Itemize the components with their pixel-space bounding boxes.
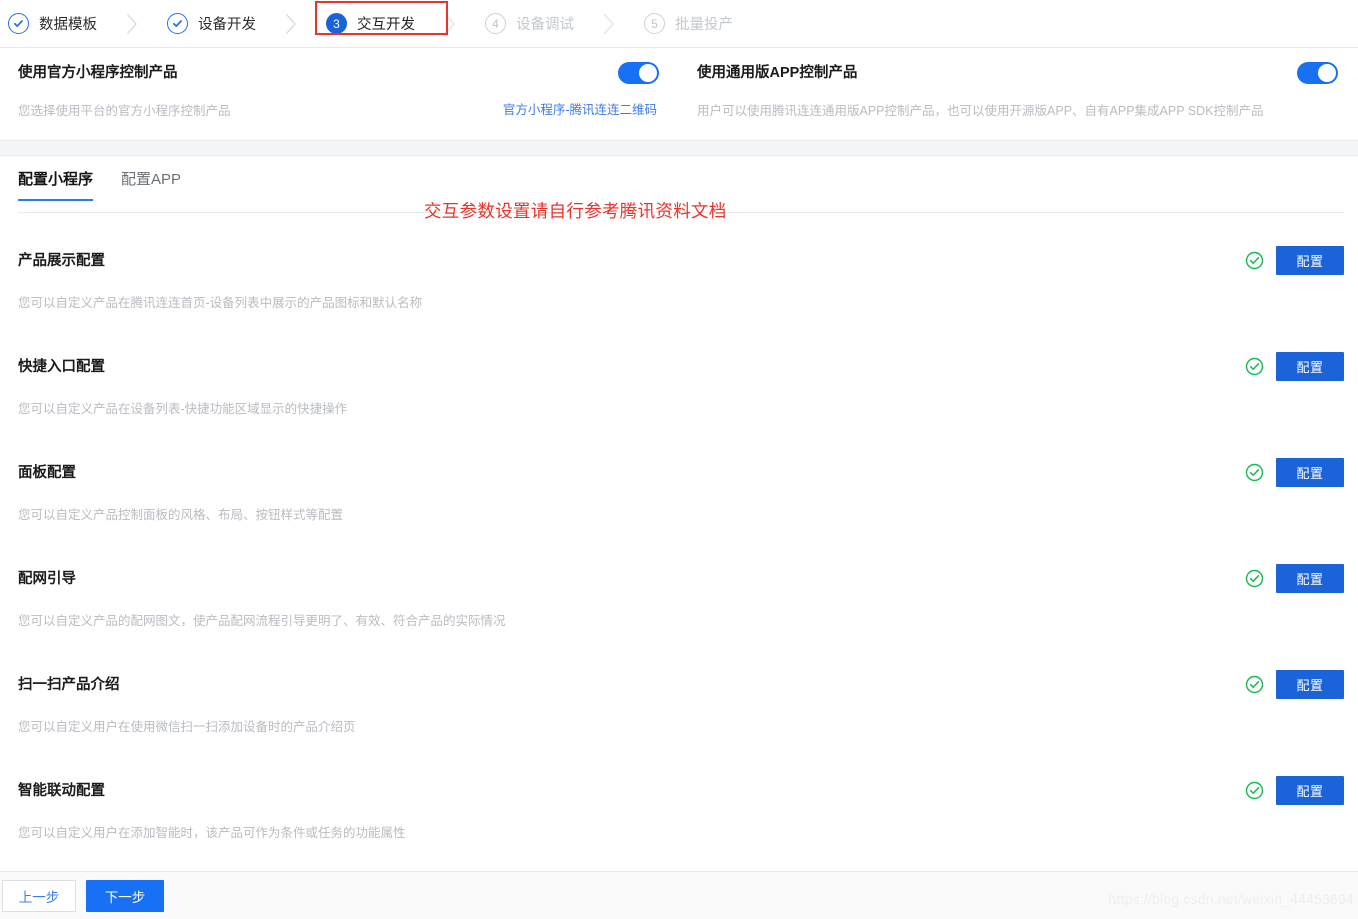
config-row: 智能联动配置 您可以自定义用户在添加智能时，该产品可作为条件或任务的功能属性 配… bbox=[0, 766, 1358, 872]
config-row-actions: 配置 bbox=[1245, 776, 1344, 805]
step-item-3-current[interactable]: 3 交互开发 bbox=[315, 0, 448, 48]
config-row-title: 扫一扫产品介绍 bbox=[18, 677, 120, 693]
step-progress-bar: 数据模板 设备开发 3 交互开发 4 设备调试 5 批量投产 bbox=[0, 0, 1358, 48]
step-item-5[interactable]: 5 批量投产 bbox=[640, 0, 737, 48]
interactive-development-page: 数据模板 设备开发 3 交互开发 4 设备调试 5 批量投产 使用官方小程序控制… bbox=[0, 0, 1358, 919]
status-complete-check-icon bbox=[1245, 251, 1264, 270]
step-separator-4 bbox=[578, 13, 640, 35]
config-row-description: 您可以自定义产品在设备列表-快捷功能区域显示的快捷操作 bbox=[18, 402, 348, 416]
configure-button[interactable]: 配置 bbox=[1276, 776, 1344, 805]
app-control-section: 使用通用版APP控制产品 用户可以使用腾讯连连通用版APP控制产品，也可以使用开… bbox=[679, 48, 1358, 140]
app-toggle-description: 用户可以使用腾讯连连通用版APP控制产品，也可以使用开源版APP、自有APP集成… bbox=[697, 104, 1264, 118]
config-row-actions: 配置 bbox=[1245, 564, 1344, 593]
config-row-description: 您可以自定义用户在使用微信扫一扫添加设备时的产品介绍页 bbox=[18, 720, 356, 734]
tab-configure-app[interactable]: 配置APP bbox=[121, 168, 181, 201]
config-row-description: 您可以自定义用户在添加智能时，该产品可作为条件或任务的功能属性 bbox=[18, 826, 406, 840]
step-label-1: 数据模板 bbox=[39, 17, 97, 33]
config-row: 快捷入口配置 您可以自定义产品在设备列表-快捷功能区域显示的快捷操作 配置 bbox=[0, 342, 1358, 448]
config-row-description: 您可以自定义产品在腾讯连连首页-设备列表中展示的产品图标和默认名称 bbox=[18, 296, 423, 310]
step-label-4: 设备调试 bbox=[516, 17, 574, 33]
config-row: 产品展示配置 您可以自定义产品在腾讯连连首页-设备列表中展示的产品图标和默认名称… bbox=[0, 236, 1358, 342]
step-label-2: 设备开发 bbox=[198, 17, 256, 33]
config-row: 面板配置 您可以自定义产品控制面板的风格、布局、按钮样式等配置 配置 bbox=[0, 448, 1358, 554]
step-item-2[interactable]: 设备开发 bbox=[163, 0, 260, 48]
step-number-badge-4: 4 bbox=[485, 13, 506, 34]
next-step-button[interactable]: 下一步 bbox=[86, 879, 164, 912]
configure-button[interactable]: 配置 bbox=[1276, 564, 1344, 593]
tab-list: 配置小程序 配置APP bbox=[18, 168, 181, 201]
configure-button[interactable]: 配置 bbox=[1276, 246, 1344, 275]
step-separator-1 bbox=[101, 13, 163, 35]
config-row-actions: 配置 bbox=[1245, 352, 1344, 381]
control-method-toggles: 使用官方小程序控制产品 您选择使用平台的官方小程序控制产品 官方小程序-腾讯连连… bbox=[0, 48, 1358, 140]
step-separator-3 bbox=[419, 13, 481, 35]
step-label-3: 交互开发 bbox=[357, 17, 415, 33]
status-complete-check-icon bbox=[1245, 675, 1264, 694]
config-row: 扫一扫产品介绍 您可以自定义用户在使用微信扫一扫添加设备时的产品介绍页 配置 bbox=[0, 660, 1358, 766]
miniprogram-toggle-title: 使用官方小程序控制产品 bbox=[18, 65, 178, 81]
miniprogram-control-section: 使用官方小程序控制产品 您选择使用平台的官方小程序控制产品 官方小程序-腾讯连连… bbox=[0, 48, 679, 140]
status-complete-check-icon bbox=[1245, 781, 1264, 800]
configure-button[interactable]: 配置 bbox=[1276, 352, 1344, 381]
step-item-1[interactable]: 数据模板 bbox=[4, 0, 101, 48]
configuration-list: 产品展示配置 您可以自定义产品在腾讯连连首页-设备列表中展示的产品图标和默认名称… bbox=[0, 236, 1358, 872]
step-number-badge-3: 3 bbox=[326, 13, 347, 34]
config-row-title: 智能联动配置 bbox=[18, 783, 105, 799]
step-number-badge-5: 5 bbox=[644, 13, 665, 34]
red-annotation-text: 交互参数设置请自行参考腾讯资料文档 bbox=[424, 201, 727, 221]
previous-step-button[interactable]: 上一步 bbox=[2, 879, 76, 912]
config-row-title: 产品展示配置 bbox=[18, 253, 105, 269]
status-complete-check-icon bbox=[1245, 357, 1264, 376]
step-separator-2 bbox=[260, 13, 322, 35]
config-row-actions: 配置 bbox=[1245, 246, 1344, 275]
check-icon bbox=[8, 13, 29, 34]
app-toggle-title: 使用通用版APP控制产品 bbox=[697, 65, 858, 81]
tab-configure-miniprogram[interactable]: 配置小程序 bbox=[18, 168, 94, 201]
step-item-4[interactable]: 4 设备调试 bbox=[481, 0, 578, 48]
config-row: 配网引导 您可以自定义产品的配网图文，使产品配网流程引导更明了、有效、符合产品的… bbox=[0, 554, 1358, 660]
watermark-text: https://blog.csdn.net/weixin_44453694 bbox=[1108, 891, 1354, 907]
step-label-5: 批量投产 bbox=[675, 17, 733, 33]
configure-button[interactable]: 配置 bbox=[1276, 458, 1344, 487]
config-row-title: 快捷入口配置 bbox=[18, 359, 105, 375]
config-row-actions: 配置 bbox=[1245, 458, 1344, 487]
config-row-title: 面板配置 bbox=[18, 465, 76, 481]
status-complete-check-icon bbox=[1245, 569, 1264, 588]
app-toggle-switch[interactable] bbox=[1297, 62, 1338, 84]
config-row-description: 您可以自定义产品控制面板的风格、布局、按钮样式等配置 bbox=[18, 508, 344, 522]
check-icon bbox=[167, 13, 188, 34]
config-row-title: 配网引导 bbox=[18, 571, 76, 587]
miniprogram-toggle-description: 您选择使用平台的官方小程序控制产品 bbox=[18, 104, 231, 118]
config-row-actions: 配置 bbox=[1245, 670, 1344, 699]
config-row-description: 您可以自定义产品的配网图文，使产品配网流程引导更明了、有效、符合产品的实际情况 bbox=[18, 614, 506, 628]
toggle-knob bbox=[639, 64, 657, 82]
status-complete-check-icon bbox=[1245, 463, 1264, 482]
toggle-knob bbox=[1318, 64, 1336, 82]
miniprogram-toggle-switch[interactable] bbox=[618, 62, 659, 84]
configure-button[interactable]: 配置 bbox=[1276, 670, 1344, 699]
miniprogram-qrcode-link[interactable]: 官方小程序-腾讯连连二维码 bbox=[503, 99, 657, 118]
section-divider bbox=[0, 140, 1358, 156]
